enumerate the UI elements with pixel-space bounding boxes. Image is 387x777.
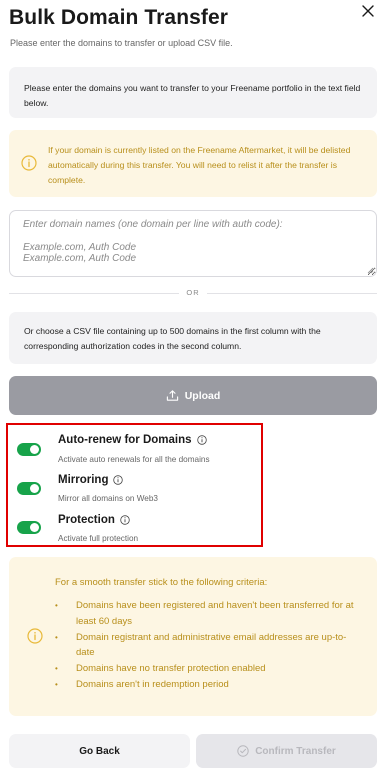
- go-back-label: Go Back: [79, 745, 120, 757]
- confirm-transfer-label: Confirm Transfer: [255, 745, 336, 757]
- intro-box: Please enter the domains you want to tra…: [9, 67, 377, 118]
- domain-input-label: Enter domain names (one domain per line …: [23, 219, 283, 230]
- resize-grip-icon[interactable]: [366, 266, 374, 274]
- auto-renew-toggle[interactable]: [17, 443, 41, 456]
- mirroring-title: Mirroring: [58, 474, 124, 486]
- auto-renew-title: Auto-renew for Domains: [58, 434, 207, 446]
- option-title: Protection: [58, 514, 115, 526]
- upload-label: Upload: [184, 389, 221, 402]
- mirroring-description: Mirror all domains on Web3: [58, 494, 158, 503]
- confirm-transfer-button[interactable]: Confirm Transfer: [196, 734, 377, 768]
- placeholder-line: Example.com, Auth Code: [23, 242, 137, 253]
- placeholder-line: Example.com, Auth Code: [23, 253, 137, 264]
- mirroring-toggle[interactable]: [17, 482, 41, 495]
- info-circle-icon[interactable]: [120, 515, 130, 525]
- or-divider: OR: [9, 288, 377, 298]
- criteria-heading: For a smooth transfer stick to the follo…: [55, 577, 268, 588]
- criteria-item: Domain registrant and administrative ema…: [55, 630, 355, 662]
- protection-toggle[interactable]: [17, 521, 41, 534]
- info-circle-icon[interactable]: [196, 435, 207, 445]
- option-title: Auto-renew for Domains: [58, 434, 192, 446]
- dialog-title: Bulk Domain Transfer: [9, 6, 229, 29]
- criteria-item: Domains aren't in redemption period: [55, 677, 355, 693]
- aftermarket-warning: If your domain is currently listed on th…: [9, 130, 377, 197]
- protection-title: Protection: [58, 514, 130, 526]
- check-circle-icon: [237, 745, 249, 757]
- close-icon[interactable]: [361, 4, 375, 18]
- criteria-list: Domains have been registered and haven't…: [55, 598, 355, 693]
- info-circle-icon[interactable]: [113, 475, 124, 485]
- criteria-item: Domains have no transfer protection enab…: [55, 661, 355, 677]
- csv-instructions: Or choose a CSV file containing up to 50…: [9, 312, 377, 364]
- intro-text: Please enter the domains you want to tra…: [24, 83, 361, 108]
- info-circle-icon: [21, 155, 37, 171]
- dialog-subtitle: Please enter the domains to transfer or …: [10, 38, 233, 48]
- csv-text: Or choose a CSV file containing up to 50…: [24, 326, 321, 351]
- upload-icon: [166, 390, 178, 401]
- info-circle-icon: [27, 628, 43, 644]
- upload-button[interactable]: Upload: [9, 376, 377, 415]
- criteria-item: Domains have been registered and haven't…: [55, 598, 355, 630]
- warning-text: If your domain is currently listed on th…: [48, 145, 351, 185]
- or-text: OR: [186, 288, 200, 297]
- go-back-button[interactable]: Go Back: [9, 734, 190, 768]
- option-title: Mirroring: [58, 474, 109, 486]
- auto-renew-description: Activate auto renewals for all the domai…: [58, 455, 210, 464]
- protection-description: Activate full protection: [58, 534, 139, 543]
- domain-input-placeholder: Example.com, Auth Code Example.com, Auth…: [23, 242, 136, 264]
